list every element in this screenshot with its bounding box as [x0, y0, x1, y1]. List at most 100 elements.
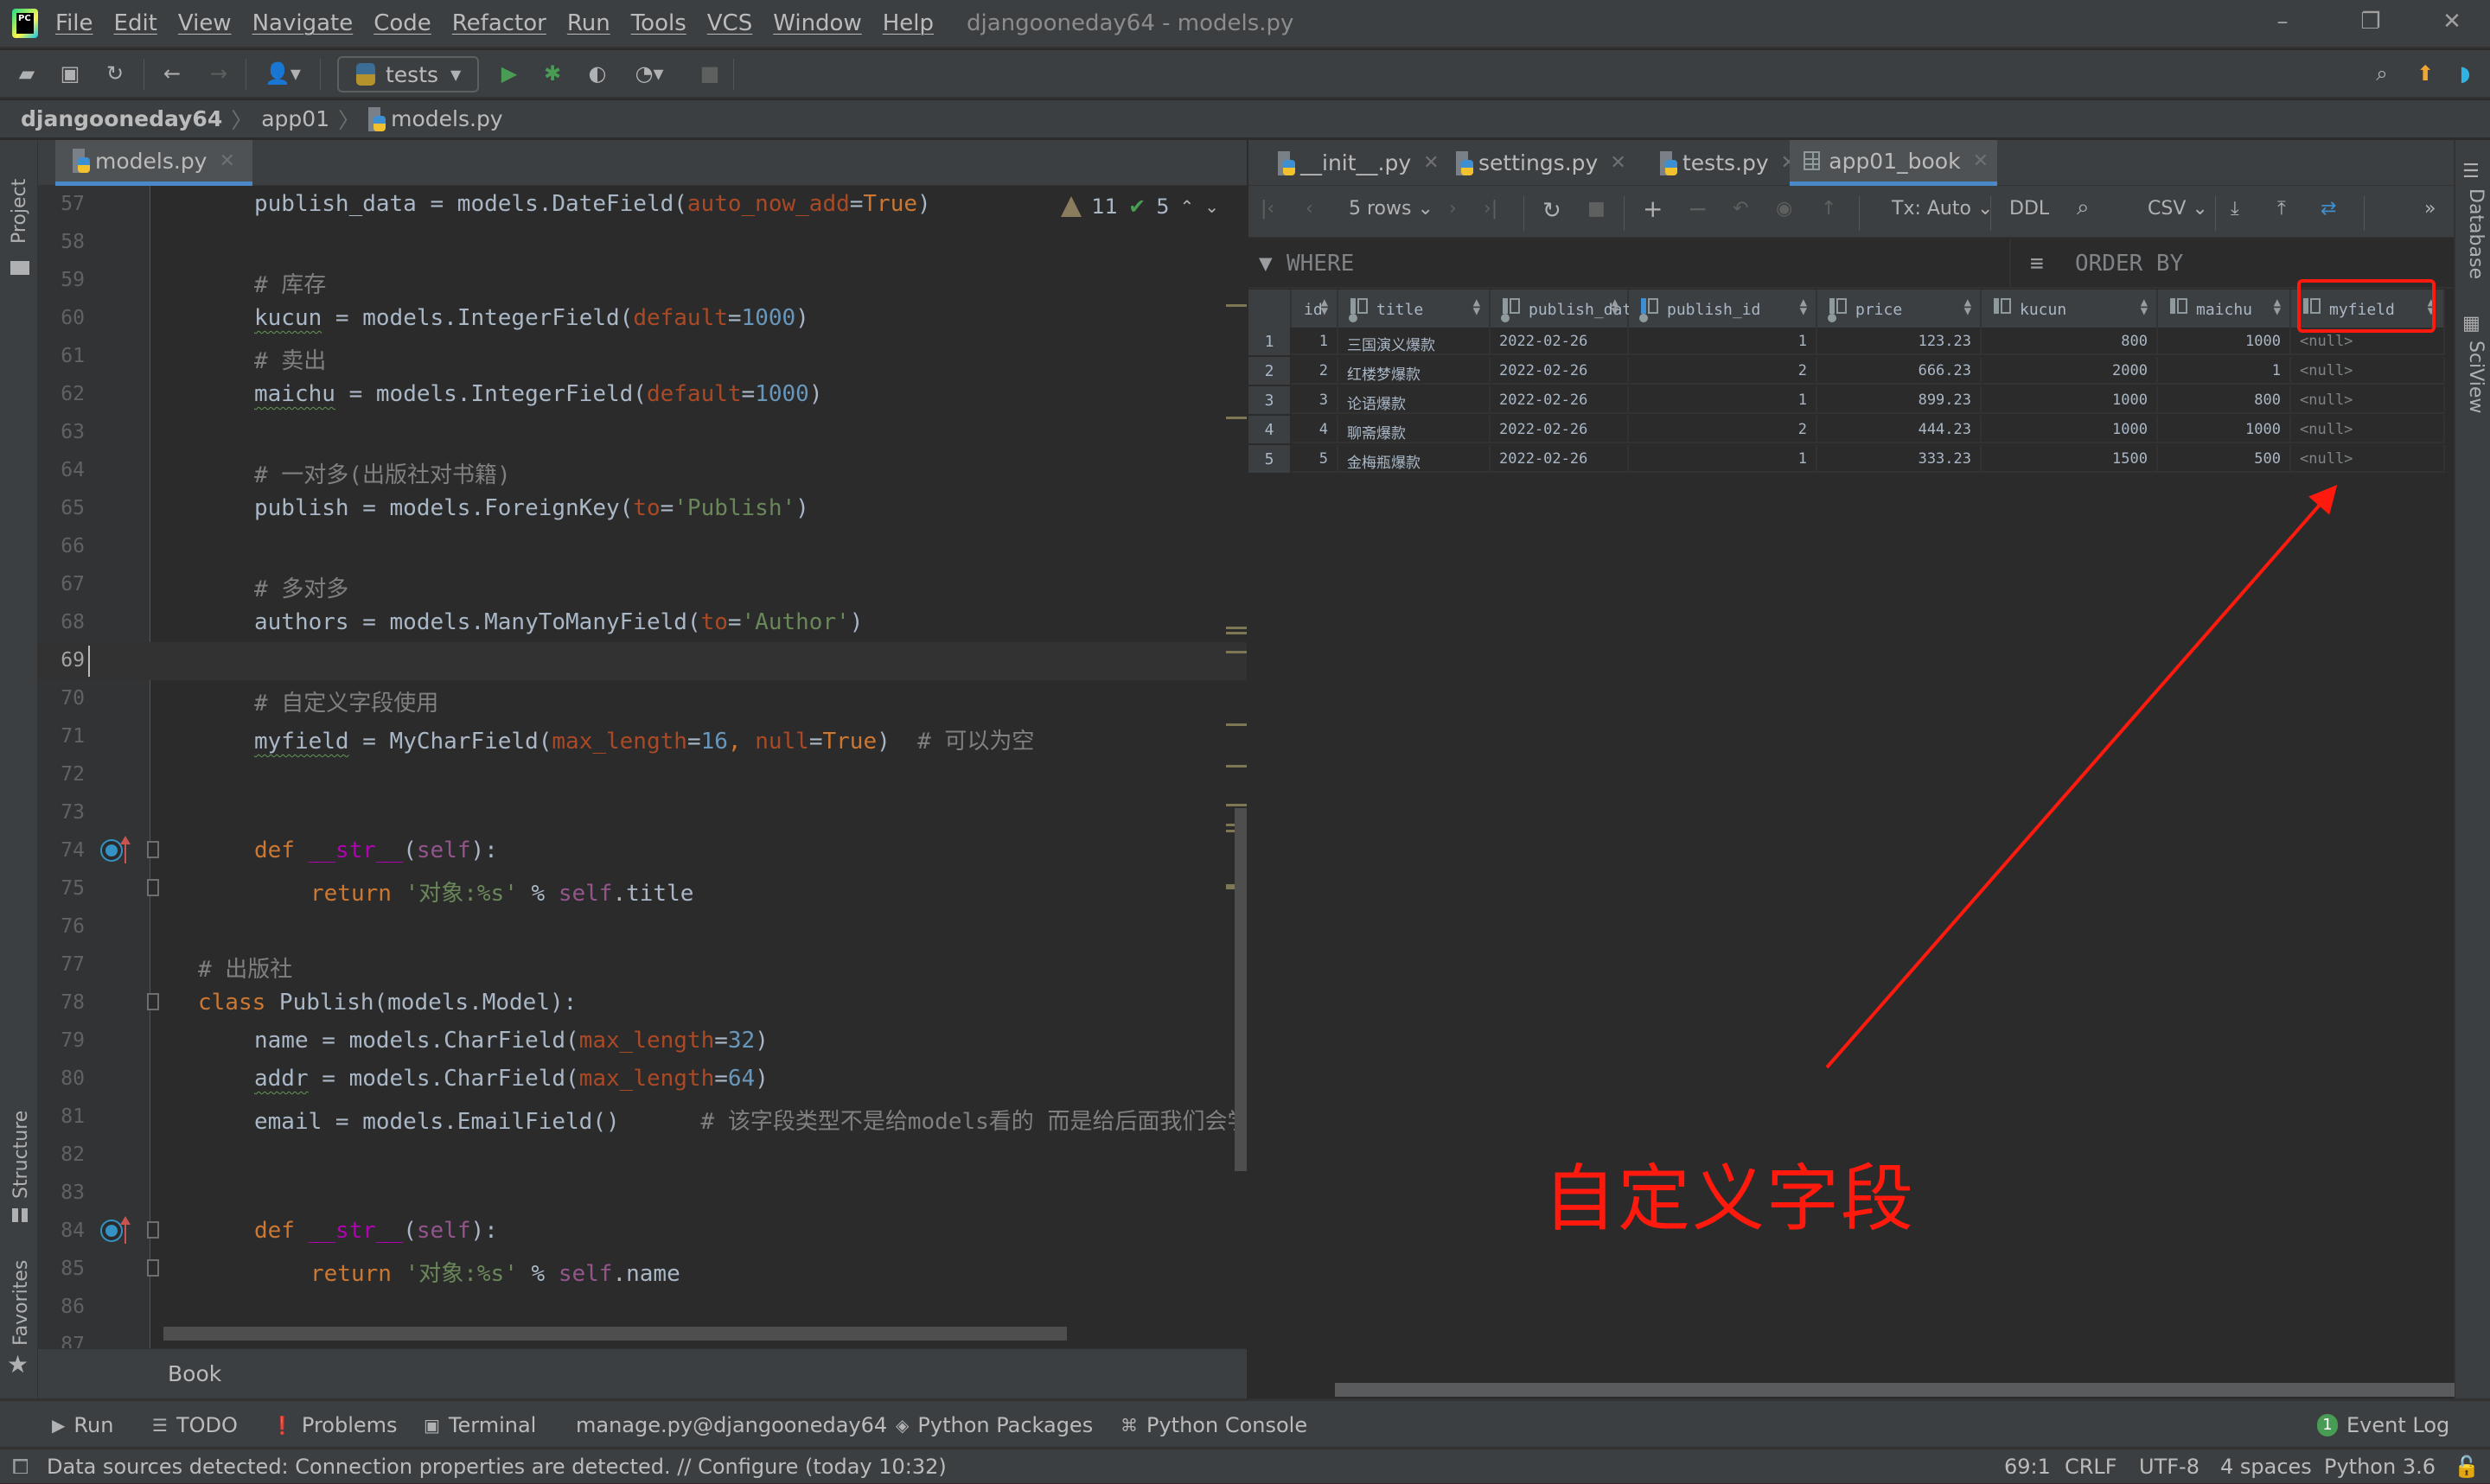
back-icon[interactable]: ←: [159, 61, 185, 86]
menu-navigate[interactable]: Navigate: [252, 10, 354, 36]
menu-view[interactable]: View: [178, 10, 232, 36]
scroll-marker[interactable]: [1226, 651, 1247, 653]
previous-page-icon[interactable]: ‹: [1306, 198, 1313, 220]
line-number[interactable]: 69: [38, 649, 85, 672]
line-number[interactable]: 59: [38, 269, 85, 291]
code-line[interactable]: 80 addr = models.CharField(max_length=64): [38, 1060, 1247, 1099]
next-highlight-icon[interactable]: ⌄: [1204, 196, 1219, 217]
grid-cell-myfield[interactable]: <null>: [2291, 386, 2445, 414]
code-line[interactable]: 77 # 出版社: [38, 946, 1247, 984]
line-number[interactable]: 84: [38, 1220, 85, 1242]
code-line[interactable]: 64 # 一对多(出版社对书籍): [38, 452, 1247, 490]
line-number[interactable]: 87: [38, 1334, 85, 1348]
tool-window-manage-py-djangooneday64[interactable]: manage.py@djangooneday64: [576, 1413, 887, 1437]
grid-cell-publish-data[interactable]: 2022-02-26: [1491, 445, 1629, 473]
restore-button[interactable]: ❐: [2353, 9, 2388, 40]
grid-cell-title[interactable]: 三国演义爆款: [1338, 328, 1491, 355]
grid-cell-id[interactable]: 4: [1292, 416, 1338, 443]
profile-icon[interactable]: ◔▾: [628, 61, 671, 86]
grid-cell-publish-id[interactable]: 2: [1629, 416, 1817, 443]
menu-file[interactable]: File: [55, 10, 93, 36]
grid-cell-title[interactable]: 红楼梦爆款: [1338, 357, 1491, 385]
scroll-marker[interactable]: [1226, 765, 1247, 767]
search-icon[interactable]: ⌕: [2369, 61, 2395, 86]
sort-icon[interactable]: ▲ ▼: [1612, 296, 1618, 317]
next-page-icon[interactable]: ›: [1449, 198, 1457, 220]
row-number[interactable]: 2: [1248, 357, 1290, 385]
fold-toggle-icon[interactable]: [147, 1259, 159, 1277]
grid-cell-maichu[interactable]: 1000: [2158, 328, 2291, 355]
line-number[interactable]: 73: [38, 801, 85, 824]
ddl-button[interactable]: DDL: [2009, 198, 2049, 220]
menu-edit[interactable]: Edit: [114, 10, 157, 36]
line-number[interactable]: 65: [38, 497, 85, 519]
view-query-icon[interactable]: ◉: [1776, 198, 1792, 220]
code-line[interactable]: 66: [38, 528, 1247, 566]
grid-cell-kucun[interactable]: 1000: [1982, 416, 2158, 443]
open-folder-icon[interactable]: ▰: [14, 61, 40, 86]
code-line[interactable]: 62 maichu = models.IntegerField(default=1…: [38, 376, 1247, 414]
line-number[interactable]: 85: [38, 1258, 85, 1280]
line-number[interactable]: 60: [38, 307, 85, 329]
grid-cell-price[interactable]: 333.23: [1817, 445, 1982, 473]
breadcrumb-file[interactable]: models.py: [391, 106, 502, 131]
fold-toggle-icon[interactable]: [147, 879, 159, 896]
grid-cell-kucun[interactable]: 1500: [1982, 445, 2158, 473]
grid-cell-publish-data[interactable]: 2022-02-26: [1491, 416, 1629, 443]
database-tool-button[interactable]: Database: [2465, 188, 2487, 279]
context-class-name[interactable]: Book: [168, 1361, 221, 1386]
breadcrumb-project[interactable]: djangooneday64: [21, 106, 222, 131]
structure-tool-button[interactable]: Structure: [10, 1111, 32, 1199]
line-number[interactable]: 63: [38, 421, 85, 443]
last-page-icon[interactable]: ›|: [1484, 198, 1497, 220]
line-number[interactable]: 77: [38, 953, 85, 976]
sync-icon[interactable]: ↻: [102, 61, 128, 86]
where-filter-input[interactable]: WHERE: [1286, 251, 1354, 277]
code-line[interactable]: 81 email = models.EmailField() # 该字段类型不是给…: [38, 1099, 1247, 1137]
scroll-marker[interactable]: [1226, 632, 1247, 634]
code-line[interactable]: 78 class Publish(models.Model):: [38, 984, 1247, 1022]
menu-code[interactable]: Code: [374, 10, 431, 36]
code-line[interactable]: 85 return '对象:%s' % self.name: [38, 1251, 1247, 1289]
sort-icon[interactable]: ▲ ▼: [2274, 296, 2281, 317]
line-number[interactable]: 82: [38, 1143, 85, 1166]
grid-cell-publish-id[interactable]: 1: [1629, 386, 1817, 414]
caret-position[interactable]: 69:1: [2004, 1455, 2051, 1479]
fold-toggle-icon[interactable]: [147, 1221, 159, 1239]
menu-refactor[interactable]: Refactor: [452, 10, 546, 36]
column-header-maichu[interactable]: maichu ▲ ▼: [2158, 290, 2291, 328]
line-number[interactable]: 62: [38, 383, 85, 405]
code-line[interactable]: 67 # 多对多: [38, 566, 1247, 604]
lock-icon[interactable]: 🔓: [2454, 1455, 2480, 1479]
row-number[interactable]: 1: [1248, 328, 1290, 355]
revert-icon[interactable]: ↶: [1733, 198, 1748, 220]
grid-cell-price[interactable]: 444.23: [1817, 416, 1982, 443]
vertical-scrollbar[interactable]: [1235, 808, 1247, 1171]
code-line[interactable]: 58: [38, 224, 1247, 262]
grid-cell-myfield[interactable]: <null>: [2291, 416, 2445, 443]
line-number[interactable]: 67: [38, 573, 85, 596]
horizontal-scrollbar[interactable]: [163, 1327, 1067, 1341]
row-count-selector[interactable]: 5 rows ⌄: [1349, 198, 1433, 220]
scroll-marker[interactable]: [1226, 304, 1247, 307]
fold-toggle-icon[interactable]: [147, 993, 159, 1010]
grid-cell-kucun[interactable]: 2000: [1982, 357, 2158, 385]
indent-setting[interactable]: 4 spaces: [2220, 1455, 2312, 1479]
menu-window[interactable]: Window: [773, 10, 862, 36]
line-number[interactable]: 80: [38, 1067, 85, 1090]
overrides-method-icon[interactable]: [102, 841, 121, 860]
code-line[interactable]: 82: [38, 1137, 1247, 1175]
file-encoding[interactable]: UTF-8: [2139, 1455, 2200, 1479]
close-tab-icon[interactable]: ✕: [1423, 152, 1439, 174]
code-line[interactable]: 86: [38, 1289, 1247, 1327]
grid-cell-maichu[interactable]: 1000: [2158, 416, 2291, 443]
code-line[interactable]: 59 # 库存: [38, 262, 1247, 300]
row-number-header[interactable]: [1248, 290, 1292, 328]
sciview-tool-button[interactable]: SciView: [2465, 341, 2487, 413]
status-toggle-icon[interactable]: ⧠: [12, 1455, 29, 1479]
line-number[interactable]: 86: [38, 1296, 85, 1318]
code-line[interactable]: 63: [38, 414, 1247, 452]
breadcrumb-folder[interactable]: app01: [261, 106, 329, 131]
favorites-tool-button[interactable]: Favorites: [10, 1260, 32, 1346]
column-header-id[interactable]: id ▲ ▼: [1292, 290, 1338, 328]
